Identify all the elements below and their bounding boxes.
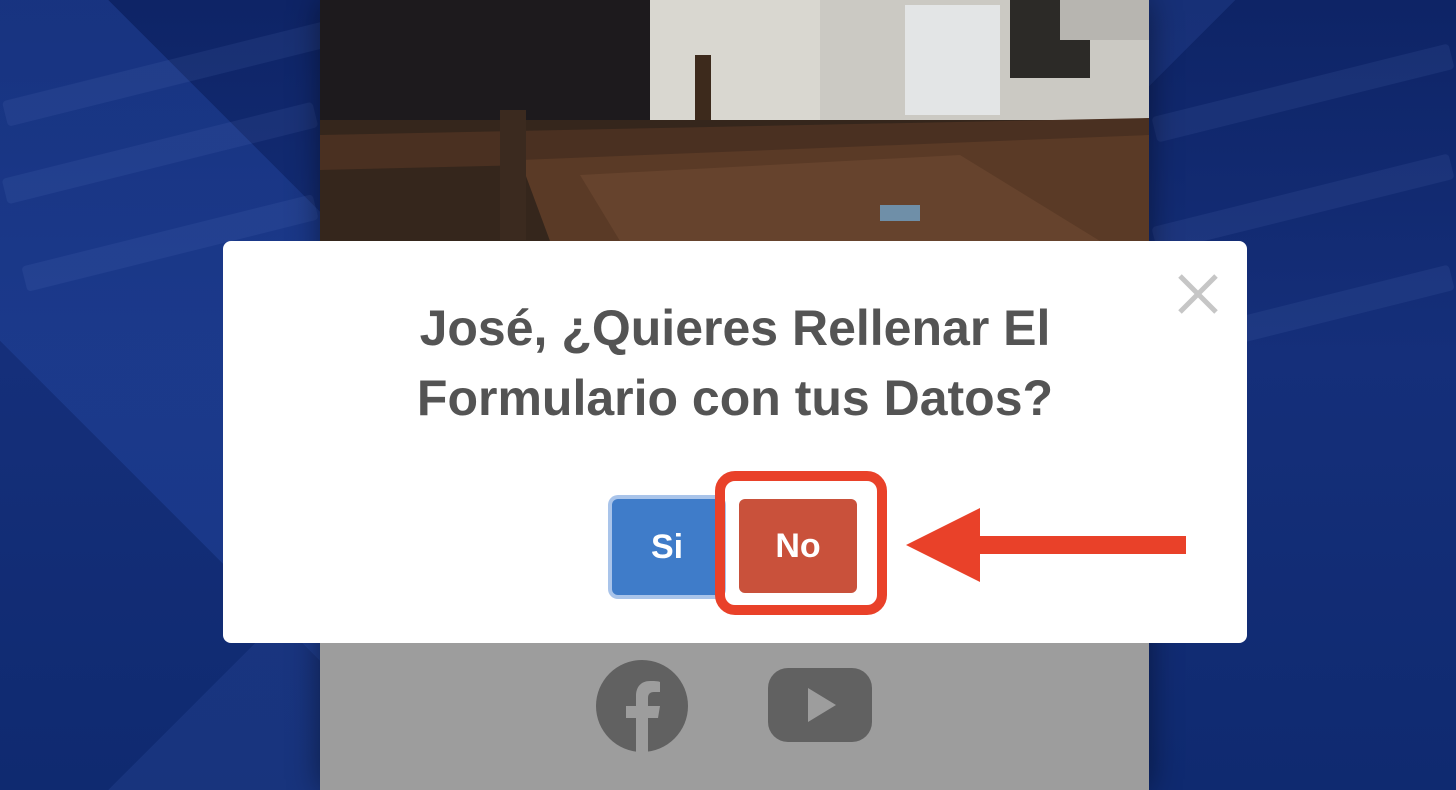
highlight-box [715, 471, 887, 615]
facebook-icon[interactable] [596, 660, 688, 752]
church-interior-image [320, 0, 1149, 241]
dialog-title-line2: Formulario con tus Datos? [416, 370, 1054, 426]
background-streak [1, 101, 319, 205]
church-photo [320, 0, 1149, 241]
youtube-icon[interactable] [768, 668, 872, 742]
background-streak [1151, 43, 1455, 143]
arrow-left-icon [906, 508, 1186, 582]
social-links [320, 660, 1149, 752]
dialog-title-line1: José, ¿Quieres Rellenar El [419, 300, 1051, 356]
close-icon[interactable] [1175, 271, 1221, 317]
background-streak [1151, 153, 1455, 253]
yes-button[interactable]: Si [612, 499, 722, 595]
dialog-title: José, ¿Quieres Rellenar El Formulario co… [223, 293, 1247, 433]
